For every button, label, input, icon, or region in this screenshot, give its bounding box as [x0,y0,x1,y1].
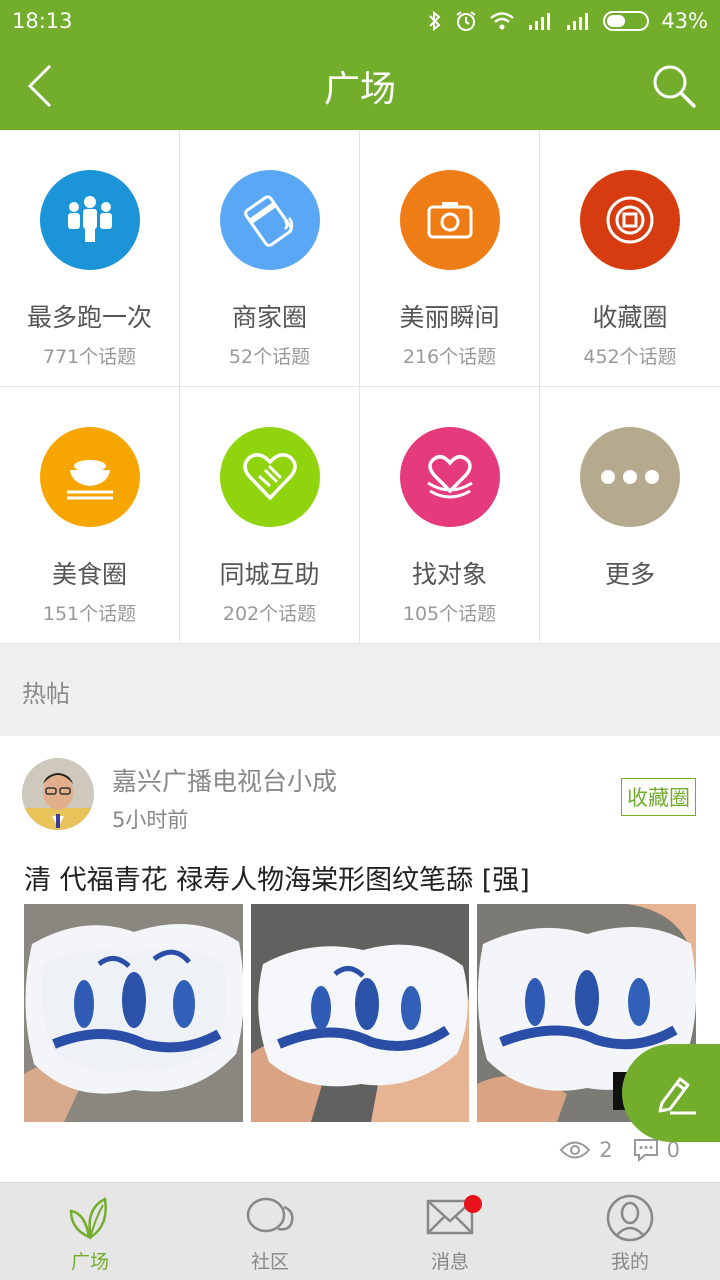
chat-bubbles-icon [246,1197,294,1233]
category-icon-bg [580,427,680,527]
section-title: 热帖 [22,680,70,708]
tab-label: 我的 [610,1251,649,1273]
status-time: 18:13 [12,9,73,33]
battery-percent: 43% [661,9,708,33]
tab-label: 广场 [70,1251,109,1273]
category-icon-bg [39,427,140,527]
profile-icon [606,1194,654,1242]
eye-icon [559,1141,591,1159]
category-tile-collection-circle[interactable]: 收藏圈 452个话题 [540,130,720,387]
post-stats: 2 0 [559,1138,680,1162]
category-count: 452个话题 [583,346,677,368]
heart-hands-icon [426,455,473,499]
category-icon-bg [399,170,500,270]
category-count: 216个话题 [402,346,497,368]
pencil-icon [658,1077,696,1115]
category-name: 商家圈 [231,303,307,332]
back-arrow-icon[interactable] [22,62,62,110]
post-author[interactable]: 嘉兴广播电视台小成 [112,762,337,798]
post-title[interactable]: 清 代福青花 禄寿人物海棠形图纹笔舔 [强] [24,858,530,897]
category-name: 找对象 [411,560,487,589]
post-photo-2[interactable] [250,904,470,1122]
card-icon [243,195,293,247]
category-name: 更多 [604,560,655,589]
category-count: 202个话题 [222,603,317,625]
category-count: 771个话题 [42,346,137,368]
signal-icon [529,13,551,30]
search-icon[interactable] [650,62,698,110]
post-time: 5小时前 [112,808,189,832]
category-grid: 最多跑一次 771个话题 商家圈 52个话题 美丽瞬间 216个话题 收藏圈 4… [0,130,720,644]
post-category-tag[interactable]: 收藏圈 [621,778,696,816]
bluetooth-icon [429,10,441,32]
category-name: 同城互助 [219,560,320,589]
category-tile-find-partner[interactable]: 找对象 105个话题 [360,387,540,644]
tab-messages[interactable]: 消息 [360,1183,540,1280]
coin-icon [606,196,654,244]
status-bar: 18:13 43% [0,0,720,42]
alarm-icon [456,11,476,31]
post-photo-1[interactable] [24,904,243,1122]
category-icon-bg [219,170,320,270]
category-tile-merchant-circle[interactable]: 商家圈 52个话题 [180,130,360,387]
rice-bowl-icon [66,460,113,500]
tab-plaza[interactable]: 广场 [0,1183,180,1280]
leaf-icon [69,1197,107,1240]
bottom-tab-bar: 广场 社区 消息 我的 [0,1182,720,1280]
post-photos [24,904,697,1122]
category-icon-bg [219,427,320,527]
category-name: 美食圈 [51,560,127,589]
tab-label: 消息 [430,1251,469,1273]
category-name: 美丽瞬间 [399,303,500,332]
post-card[interactable]: 嘉兴广播电视台小成 5小时前 收藏圈 清 代福青花 禄寿人物海棠形图纹笔舔 [强… [0,736,720,1182]
unread-badge [464,1195,482,1213]
category-count: 151个话题 [42,603,137,625]
category-icon-bg [580,170,680,270]
category-name: 收藏圈 [592,303,668,332]
app-bar: 广场 [0,42,720,130]
wifi-icon [490,12,515,30]
tab-community[interactable]: 社区 [180,1183,360,1280]
category-tile-more[interactable]: 更多 [540,387,720,644]
camera-icon [427,202,472,239]
category-count: 52个话题 [228,346,311,368]
more-dots-icon [601,470,659,484]
handshake-heart-icon [242,453,297,501]
tab-mine[interactable]: 我的 [540,1183,720,1280]
category-icon-bg [399,427,500,527]
avatar[interactable] [22,758,94,830]
page-title: 广场 [323,69,396,110]
people-icon [67,196,112,242]
category-tile-beautiful-moments[interactable]: 美丽瞬间 216个话题 [360,130,540,387]
signal-icon-2 [567,13,589,30]
category-tile-local-help[interactable]: 同城互助 202个话题 [180,387,360,644]
hot-posts-header: 热帖 [0,644,720,736]
battery-icon [603,11,650,31]
category-tile-most-run-once[interactable]: 最多跑一次 771个话题 [0,130,180,387]
category-name: 最多跑一次 [26,303,152,332]
comment-icon[interactable] [633,1138,659,1162]
tab-label: 社区 [250,1251,289,1273]
avatar-portrait [22,758,94,830]
category-icon-bg [39,170,140,270]
compose-button[interactable] [622,1044,720,1142]
category-count: 105个话题 [402,603,497,625]
view-count: 2 [599,1138,613,1162]
category-tile-food-circle[interactable]: 美食圈 151个话题 [0,387,180,644]
